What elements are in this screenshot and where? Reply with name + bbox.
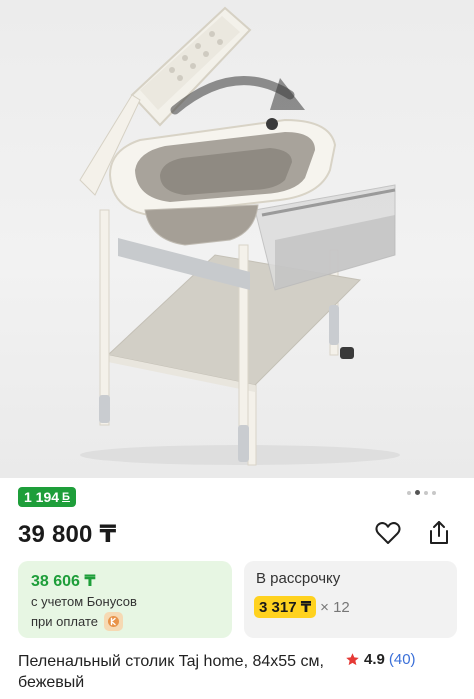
reviews-count-link[interactable]: (40) (389, 651, 416, 668)
installment-row: 3 317 ₸ × 12 (254, 596, 350, 618)
product-image[interactable] (0, 0, 474, 478)
bonus-coin-icon: Б (62, 491, 70, 503)
gallery-dot[interactable] (432, 490, 436, 495)
bonus-badge: 1 194 Б (18, 487, 76, 507)
installment-title: В рассрочку (256, 570, 341, 587)
share-icon (430, 521, 448, 544)
changing-table-illustration (79, 6, 400, 466)
bonus-caption: с учетом Бонусов (31, 594, 137, 609)
share-button[interactable] (424, 518, 454, 548)
kaspi-pay-icon (103, 612, 123, 631)
product-price: 39 800 ₸ (18, 521, 117, 548)
bonus-badge-amount: 1 194 (24, 489, 60, 505)
favorite-button[interactable] (373, 518, 403, 548)
star-icon (346, 653, 359, 666)
installment-amount: 3 317 ₸ (254, 596, 317, 618)
installment-multiplier: × 12 (320, 598, 350, 616)
bonus-price: 38 606 ₸ (31, 573, 96, 590)
bonus-payment-label: при оплате (31, 614, 98, 629)
gallery-dot[interactable] (424, 490, 428, 495)
product-rating[interactable]: 4.9 (40) (345, 651, 416, 668)
gallery-dot-active[interactable] (415, 490, 420, 495)
heart-icon (375, 522, 401, 544)
bonus-price-card[interactable]: 38 606 ₸ с учетом Бонусов при оплате (18, 561, 232, 638)
gallery-pagination[interactable] (407, 490, 436, 495)
product-title: Пеленальный столик Taj home, 84x55 см, б… (18, 653, 324, 691)
bonus-payment-caption: при оплате (31, 612, 123, 631)
rating-score: 4.9 (364, 651, 385, 668)
installment-card[interactable]: В рассрочку 3 317 ₸ × 12 (244, 561, 457, 638)
gallery-dot[interactable] (407, 490, 411, 495)
